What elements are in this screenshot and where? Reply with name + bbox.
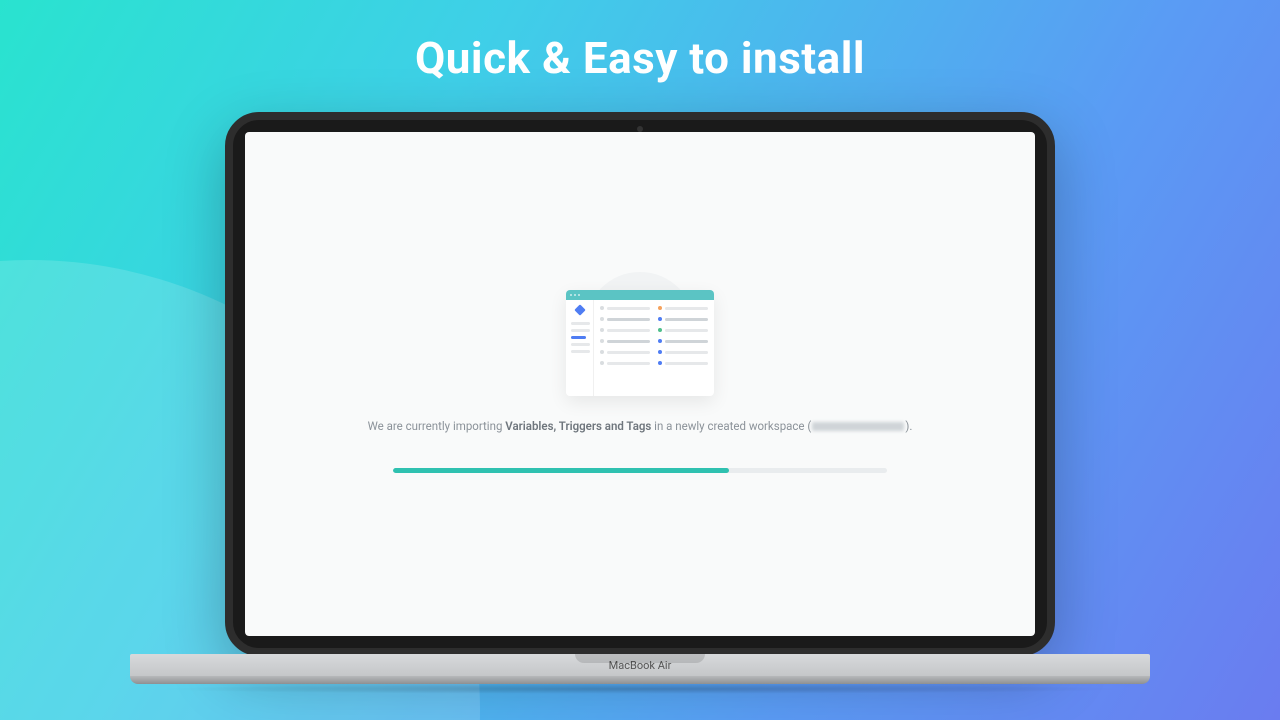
status-prefix: We are currently importing — [368, 419, 506, 433]
illustration-card — [566, 290, 714, 396]
gtm-logo-icon — [574, 304, 585, 315]
status-mid: in a newly created workspace ( — [651, 419, 811, 433]
status-suffix: ). — [905, 419, 912, 433]
import-progress-fill — [393, 468, 729, 473]
import-progress-bar — [393, 468, 887, 473]
illustration-sidebar — [566, 300, 594, 396]
illustration-window-header — [566, 290, 714, 300]
promo-stage: Quick & Easy to install — [0, 0, 1280, 720]
laptop-lid: We are currently importing Variables, Tr… — [225, 112, 1055, 656]
laptop-base: MacBook Air — [130, 654, 1150, 694]
laptop-mockup: We are currently importing Variables, Tr… — [225, 112, 1055, 694]
app-screen: We are currently importing Variables, Tr… — [245, 132, 1035, 636]
status-emphasis: Variables, Triggers and Tags — [505, 419, 651, 433]
illustration-content — [594, 300, 714, 396]
import-status-text: We are currently importing Variables, Tr… — [364, 418, 917, 436]
workspace-name-redacted — [812, 422, 904, 431]
hero-title: Quick & Easy to install — [0, 32, 1280, 84]
laptop-notch — [575, 654, 705, 663]
